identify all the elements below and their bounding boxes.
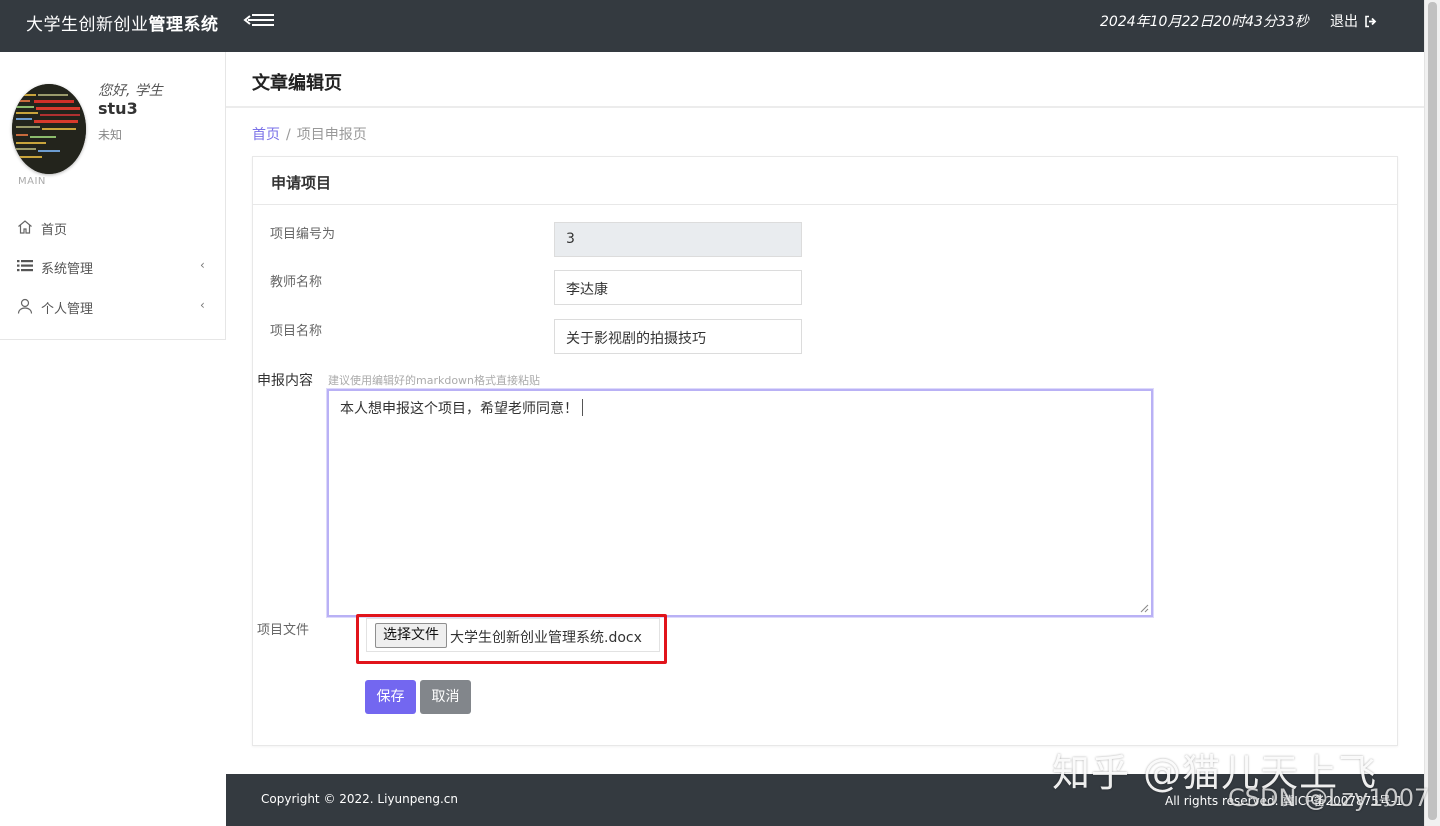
scrollbar-thumb[interactable]	[1428, 2, 1437, 820]
resize-handle-icon[interactable]	[1140, 604, 1149, 613]
user-name: stu3	[98, 99, 138, 118]
project-name-label: 项目名称	[270, 324, 323, 339]
page-title: 文章编辑页	[252, 73, 342, 94]
content-text: 本人想申报这个项目，希望老师同意！	[340, 401, 578, 417]
project-name-field[interactable]: 关于影视剧的拍摄技巧	[554, 319, 802, 354]
teacher-name-field[interactable]: 李达康	[554, 270, 802, 305]
watermark-csdn: CSDN @Lzy1007	[1228, 784, 1430, 812]
top-navbar: 大学生创新创业管理系统 2024年10月22日20时43分33秒 退出	[0, 0, 1424, 52]
project-id-label: 项目编号为	[270, 227, 336, 242]
logout-button[interactable]: 退出	[1330, 11, 1377, 31]
sidebar-item-home[interactable]: 首页	[0, 212, 225, 242]
sidebar-item-label: 系统管理	[41, 262, 94, 277]
sidebar-item-label: 首页	[41, 223, 68, 238]
sidebar-item-system-management[interactable]: 系统管理 ‹	[0, 251, 225, 281]
home-icon	[18, 220, 32, 234]
user-status: 未知	[98, 128, 123, 142]
page-header: 文章编辑页	[226, 52, 1424, 108]
sidebar-section-label: MAIN	[18, 176, 46, 187]
app-title-normal: 大学生创新创业	[26, 15, 149, 35]
sidebar-item-personal-management[interactable]: 个人管理 ‹	[0, 291, 225, 321]
page-scrollbar[interactable]	[1424, 0, 1440, 826]
list-icon	[17, 260, 33, 272]
copyright-text: Copyright © 2022. Liyunpeng.cn	[261, 792, 459, 806]
file-label: 项目文件	[257, 623, 310, 638]
save-button[interactable]: 保存	[365, 680, 416, 714]
sidebar: 您好, 学生 stu3 未知 MAIN 首页 系统管理 ‹ 个人管理 ‹	[0, 52, 226, 340]
content-hint: 建议使用编辑好的markdown格式直接粘贴	[328, 374, 541, 387]
project-id-field[interactable]: 3	[554, 222, 802, 257]
breadcrumb-home-link[interactable]: 首页	[252, 127, 280, 143]
sidebar-item-label: 个人管理	[41, 302, 94, 317]
highlight-box	[356, 614, 667, 664]
current-datetime: 2024年10月22日20时43分33秒	[1100, 14, 1309, 30]
card-title: 申请项目	[271, 174, 332, 192]
text-caret	[582, 399, 583, 416]
logout-label: 退出	[1330, 14, 1358, 30]
breadcrumb: 首页 / 项目申报页	[252, 124, 367, 144]
cancel-button[interactable]: 取消	[420, 680, 471, 714]
avatar	[12, 84, 86, 174]
menu-toggle-icon[interactable]	[242, 11, 276, 29]
content-label: 申报内容	[257, 373, 313, 389]
chevron-left-icon: ‹	[200, 258, 205, 272]
card-header: 申请项目	[253, 157, 1397, 205]
breadcrumb-current: 项目申报页	[296, 127, 367, 143]
teacher-name-label: 教师名称	[270, 275, 323, 290]
user-icon	[17, 298, 33, 314]
logout-icon	[1365, 15, 1377, 28]
content-textarea[interactable]: 本人想申报这个项目，希望老师同意！	[326, 388, 1154, 618]
app-title-bold: 管理系统	[148, 15, 219, 35]
breadcrumb-separator: /	[286, 127, 291, 143]
user-greeting: 您好, 学生	[98, 83, 163, 99]
app-title: 大学生创新创业管理系统	[26, 10, 219, 35]
chevron-left-icon: ‹	[200, 298, 205, 312]
